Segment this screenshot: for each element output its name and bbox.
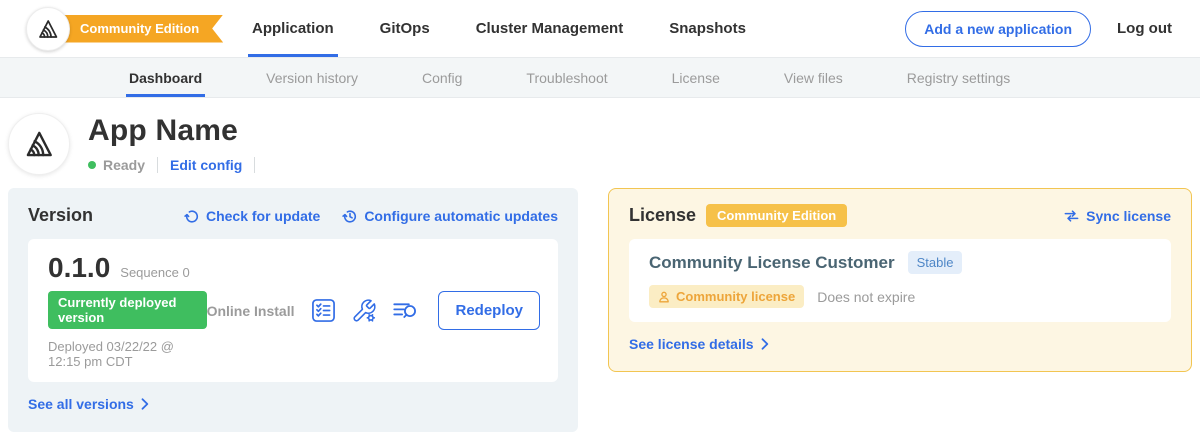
tab-application[interactable]: Application bbox=[248, 0, 338, 57]
redeploy-button[interactable]: Redeploy bbox=[438, 291, 540, 330]
preflight-checks-icon[interactable] bbox=[311, 298, 336, 323]
license-type-label: Community license bbox=[676, 289, 795, 304]
dashboard-cards: Version Check for update Configure au bbox=[0, 175, 1200, 432]
install-type-label: Online Install bbox=[207, 303, 295, 319]
primary-tabs: Application GitOps Cluster Management Sn… bbox=[248, 0, 750, 57]
license-card: License Community Edition Sync license C… bbox=[608, 188, 1192, 372]
version-row: 0.1.0 Sequence 0 bbox=[48, 252, 207, 284]
expiration-text: Does not expire bbox=[817, 289, 915, 305]
configure-automatic-updates-label: Configure automatic updates bbox=[364, 208, 558, 224]
status-dot bbox=[88, 161, 96, 169]
license-detail-panel: Community License Customer Stable Commun… bbox=[629, 239, 1171, 322]
subnav-item-license[interactable]: License bbox=[669, 58, 723, 97]
replicated-mark-icon bbox=[21, 126, 57, 162]
subnav-item-view-files[interactable]: View files bbox=[781, 58, 846, 97]
status-badge: Ready bbox=[103, 157, 145, 173]
customer-row: Community License Customer Stable bbox=[649, 251, 1151, 274]
config-wrench-icon[interactable] bbox=[351, 298, 377, 324]
replicated-logo-icon bbox=[26, 7, 70, 51]
app-header: App Name Ready Edit config bbox=[0, 98, 1200, 175]
sequence-label: Sequence 0 bbox=[120, 265, 189, 280]
subnav-item-config[interactable]: Config bbox=[419, 58, 465, 97]
configure-automatic-updates-link[interactable]: Configure automatic updates bbox=[342, 208, 558, 224]
version-card-title: Version bbox=[28, 205, 93, 226]
top-nav: Community Edition Application GitOps Clu… bbox=[0, 0, 1200, 57]
page-title: App Name bbox=[88, 114, 267, 148]
chevron-right-icon bbox=[761, 338, 769, 350]
see-all-versions-link[interactable]: See all versions bbox=[28, 396, 149, 412]
tab-gitops[interactable]: GitOps bbox=[376, 0, 434, 57]
community-edition-ribbon-label: Community Edition bbox=[80, 21, 199, 36]
version-card-header: Version Check for update Configure au bbox=[28, 205, 558, 226]
version-actions: Online Install bbox=[207, 291, 540, 330]
brand: Community Edition bbox=[26, 6, 224, 52]
app-sub-nav: Dashboard Version history Config Trouble… bbox=[0, 57, 1200, 98]
subnav-item-troubleshoot[interactable]: Troubleshoot bbox=[523, 58, 610, 97]
topnav-right: Add a new application Log out bbox=[905, 11, 1200, 47]
app-status-row: Ready Edit config bbox=[88, 157, 267, 173]
current-version-info: 0.1.0 Sequence 0 Currently deployed vers… bbox=[48, 252, 207, 369]
swap-arrows-icon bbox=[1063, 209, 1080, 223]
customer-name: Community License Customer bbox=[649, 253, 895, 273]
chevron-right-icon bbox=[141, 398, 149, 410]
channel-badge: Stable bbox=[908, 251, 963, 274]
see-license-details-label: See license details bbox=[629, 336, 754, 352]
logout-link[interactable]: Log out bbox=[1117, 20, 1172, 37]
tab-snapshots[interactable]: Snapshots bbox=[665, 0, 750, 57]
check-for-update-label: Check for update bbox=[206, 208, 320, 224]
currently-deployed-badge: Currently deployed version bbox=[48, 291, 207, 329]
current-version-panel: 0.1.0 Sequence 0 Currently deployed vers… bbox=[28, 239, 558, 382]
version-card-actions: Check for update Configure automatic upd… bbox=[184, 208, 558, 224]
check-for-update-link[interactable]: Check for update bbox=[184, 208, 320, 224]
license-card-title: License bbox=[629, 205, 696, 226]
person-icon bbox=[658, 291, 670, 303]
refresh-icon bbox=[184, 208, 200, 224]
history-clock-icon bbox=[342, 208, 358, 224]
tab-cluster-management[interactable]: Cluster Management bbox=[472, 0, 628, 57]
license-meta-row: Community license Does not expire bbox=[649, 285, 1151, 308]
license-type-badge: Community license bbox=[649, 285, 804, 308]
see-all-versions-label: See all versions bbox=[28, 396, 134, 412]
app-avatar bbox=[8, 113, 70, 175]
version-card: Version Check for update Configure au bbox=[8, 188, 578, 432]
add-new-application-button[interactable]: Add a new application bbox=[905, 11, 1091, 47]
view-files-icon[interactable] bbox=[392, 299, 419, 322]
deployed-timestamp: Deployed 03/22/22 @ 12:15 pm CDT bbox=[48, 339, 207, 369]
sync-license-link[interactable]: Sync license bbox=[1063, 208, 1171, 224]
divider bbox=[157, 157, 158, 173]
version-number: 0.1.0 bbox=[48, 252, 110, 284]
sync-license-label: Sync license bbox=[1086, 208, 1171, 224]
see-license-details-link[interactable]: See license details bbox=[629, 336, 769, 352]
subnav-item-version-history[interactable]: Version history bbox=[263, 58, 361, 97]
community-edition-badge: Community Edition bbox=[706, 204, 847, 227]
community-edition-ribbon: Community Edition bbox=[46, 15, 223, 43]
app-title-block: App Name Ready Edit config bbox=[88, 113, 267, 173]
edit-config-link[interactable]: Edit config bbox=[170, 157, 242, 173]
license-card-header: License Community Edition Sync license bbox=[629, 204, 1171, 227]
divider bbox=[254, 157, 255, 173]
subnav-item-registry-settings[interactable]: Registry settings bbox=[904, 58, 1013, 97]
subnav-item-dashboard[interactable]: Dashboard bbox=[126, 58, 205, 97]
